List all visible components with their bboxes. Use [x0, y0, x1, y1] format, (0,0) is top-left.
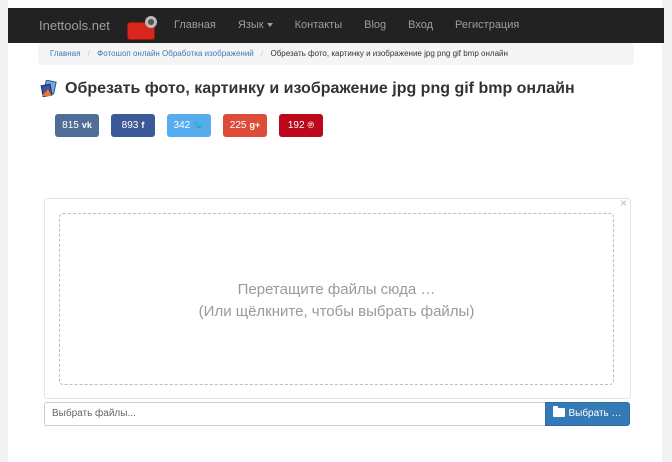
nav-item-contacts[interactable]: Контакты — [284, 8, 354, 43]
facebook-icon: f — [141, 120, 145, 130]
nav-menu: Главная Язык Контакты Blog Вход Регистра… — [163, 8, 530, 43]
nav-item-label: Главная — [174, 19, 216, 31]
breadcrumb-section-link[interactable]: Фотошоп онлайн Обработка изображений — [97, 49, 254, 58]
nav-item-label: Вход — [408, 19, 434, 31]
share-twitter-button[interactable]: 342 🐦 — [167, 114, 211, 137]
share-google-plus-button[interactable]: 225 g+ — [223, 114, 267, 137]
image-crop-icon — [40, 79, 58, 98]
upload-panel: × Перетащите файлы сюда … (Или щёлкните,… — [44, 196, 631, 399]
close-icon[interactable]: × — [620, 196, 627, 210]
share-count: 225 — [229, 120, 247, 131]
share-facebook-button[interactable]: 893 f — [111, 114, 155, 137]
brand-link[interactable]: Inettools.net — [39, 18, 110, 33]
pinterest-icon: ℗ — [307, 120, 315, 130]
share-pinterest-button[interactable]: 192 ℗ — [279, 114, 323, 137]
vk-icon: vk — [81, 120, 92, 130]
nav-item-label: Контакты — [294, 19, 343, 31]
nav-item-language[interactable]: Язык — [227, 8, 284, 43]
file-path-input[interactable]: Выбрать файлы... — [44, 402, 545, 426]
file-dropzone[interactable]: Перетащите файлы сюда … (Или щёлкните, ч… — [59, 213, 614, 385]
google-plus-icon: g+ — [249, 120, 261, 130]
page-title: Обрезать фото, картинку и изображение jp… — [65, 80, 575, 97]
nav-item-label: Blog — [364, 19, 387, 31]
breadcrumb-current: Обрезать фото, картинку и изображение jp… — [270, 49, 508, 58]
caret-down-icon — [266, 23, 273, 28]
browse-files-button[interactable]: Выбрать … — [545, 402, 630, 426]
nav-item-label: Язык — [237, 19, 264, 31]
share-count: 342 — [173, 120, 191, 131]
twitter-icon: 🐦 — [193, 120, 205, 130]
breadcrumb-separator: / — [261, 49, 264, 58]
nav-item-home[interactable]: Главная — [163, 8, 227, 43]
browse-button-label: Выбрать … — [568, 408, 622, 419]
top-navbar: Inettools.net Главная Язык Контакты Blog… — [8, 8, 664, 43]
nav-item-register[interactable]: Регистрация — [444, 8, 530, 43]
nav-item-label: Регистрация — [455, 19, 520, 31]
breadcrumb: Главная / Фотошоп онлайн Обработка изобр… — [38, 43, 634, 65]
breadcrumb-separator: / — [87, 49, 90, 58]
share-vk-button[interactable]: 815 vk — [55, 114, 99, 137]
dropzone-prompt: Перетащите файлы сюда … — [237, 281, 436, 298]
share-count: 815 — [62, 120, 79, 131]
social-share-bar: 815 vk 893 f 342 🐦 225 g+ 192 ℗ — [55, 114, 335, 137]
title-row: Обрезать фото, картинку и изображение jp… — [40, 79, 575, 98]
breadcrumb-home-link[interactable]: Главная — [50, 49, 80, 58]
folder-open-icon — [553, 406, 566, 417]
share-count: 893 — [121, 120, 139, 131]
nav-item-blog[interactable]: Blog — [353, 8, 397, 43]
share-count: 192 — [287, 120, 305, 131]
toolbox-logo-icon[interactable] — [127, 16, 157, 40]
dropzone-hint: (Или щёлкните, чтобы выбрать файлы) — [198, 303, 475, 320]
nav-item-login[interactable]: Вход — [397, 8, 444, 43]
